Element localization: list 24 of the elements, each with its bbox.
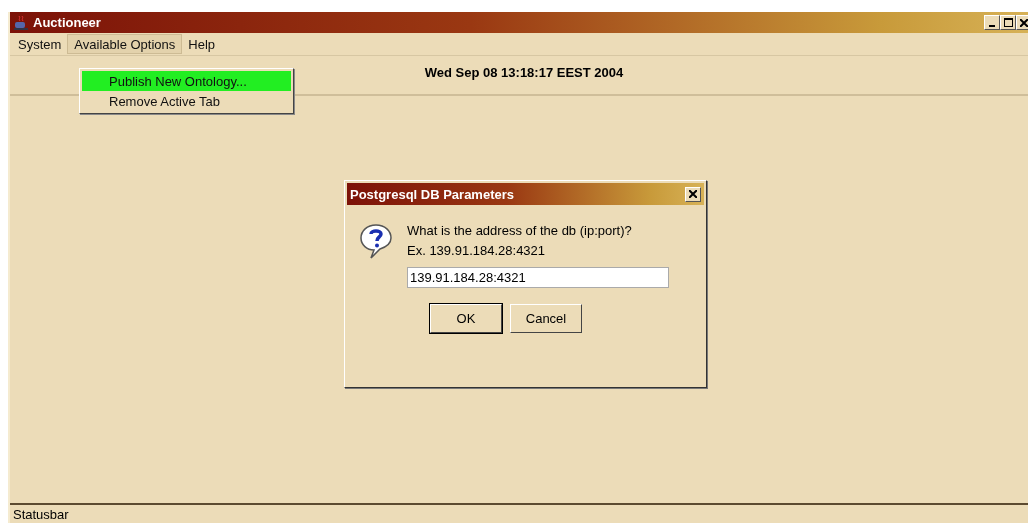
close-button[interactable] [685,186,701,202]
maximize-button[interactable] [1000,15,1016,30]
menu-option[interactable]: Publish New Ontology... [82,71,291,91]
status-bar-text: Statusbar [13,506,69,522]
dialog-title: Postgresql DB Parameters [350,186,514,202]
cancel-button[interactable]: Cancel [510,304,582,333]
example-text: Ex. 139.91.184.28:4321 [407,243,547,259]
address-field[interactable]: 139.91.184.28:4321 [407,267,669,288]
date-label: Wed Sep 08 13:18:17 EEST 2004 [424,65,624,82]
menu-item[interactable]: Available Options [67,34,183,54]
menu-option[interactable]: Remove Active Tab [82,91,291,111]
window-title: Auctioneer [33,15,101,30]
question-icon [359,223,393,259]
minimize-icon [989,24,995,27]
menu-item[interactable]: System [12,34,68,54]
close-icon [1020,18,1028,27]
coffee-cup-icon [13,14,29,31]
close-icon [689,190,697,198]
minimize-button[interactable] [984,15,1000,30]
question-text: What is the address of the db (ip:port)? [407,223,633,239]
close-button[interactable] [1016,15,1028,30]
ok-button[interactable]: OK [430,304,502,333]
maximize-icon [1003,18,1013,27]
menu-item[interactable]: Help [182,34,222,54]
